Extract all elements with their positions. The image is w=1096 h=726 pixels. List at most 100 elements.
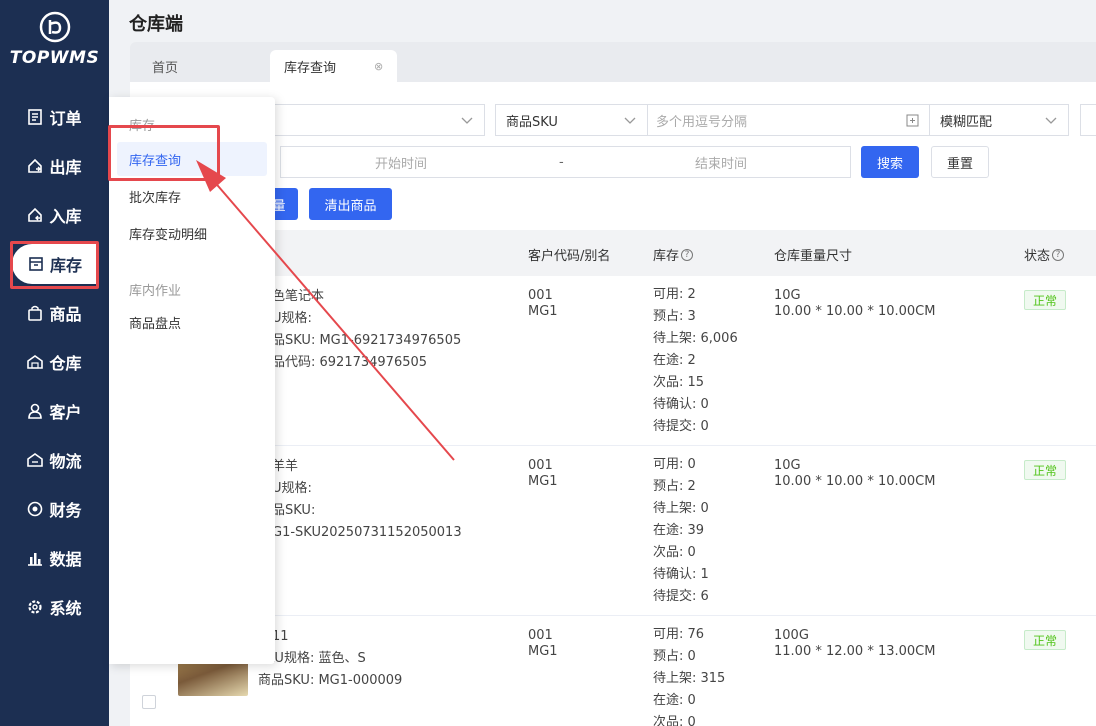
row-checkbox[interactable]: [142, 695, 156, 709]
start-time-placeholder: 开始时间: [375, 156, 428, 172]
stock-pending-confirm: 待确认: 1: [653, 567, 709, 582]
sidebar-item-label: 入库: [49, 207, 82, 226]
sidebar-item-customer[interactable]: 客户: [0, 391, 109, 431]
match-mode-select[interactable]: 模糊匹配: [929, 104, 1069, 136]
stock-available: 可用: 2: [653, 287, 696, 302]
menu-item-inventory-changes[interactable]: 库存变动明细: [117, 216, 267, 250]
header-stock-label: 库存: [653, 249, 680, 264]
header-status: 状态 ?: [1024, 245, 1065, 264]
sku-input-placeholder: 多个用逗号分隔: [656, 114, 748, 130]
help-icon[interactable]: ?: [1052, 248, 1065, 261]
page-title: 仓库端: [129, 14, 183, 35]
outbound-icon: [28, 158, 43, 173]
filter-select[interactable]: [260, 104, 485, 136]
header: 仓库端: [109, 0, 1096, 46]
sidebar-item-label: 出库: [49, 158, 82, 177]
product-spec: U规格:: [272, 481, 312, 496]
menu-item-inventory-query[interactable]: 库存查询: [117, 142, 267, 176]
stock-in-transit: 在途: 0: [653, 693, 696, 708]
chevron-down-icon: [461, 117, 473, 124]
sku-type-select[interactable]: 商品SKU: [495, 104, 648, 136]
product-sku-value: G1-SKU20250731152050013: [272, 525, 462, 540]
stock-pending-submit: 待提交: 6: [653, 589, 709, 604]
stock-available: 可用: 76: [653, 627, 705, 642]
menu-group-title: 库内作业: [129, 284, 182, 299]
product-sku: 品SKU: MG1-6921734976505: [272, 333, 462, 348]
search-button[interactable]: 搜索: [861, 146, 919, 178]
customer-code: 001: [528, 288, 553, 303]
sidebar: TOPWMS 订单 出库 入库 库存 商品 仓库 客户 物流 财务 数据 系统: [0, 0, 109, 726]
customer-info: 001 MG1: [528, 458, 558, 490]
menu-item-batch-inventory[interactable]: 批次库存: [117, 179, 267, 213]
gear-icon: [28, 600, 43, 614]
product-code: 品代码: 6921734976505: [272, 355, 428, 370]
product-info: 羊羊 U规格: 品SKU: G1-SKU20250731152050013: [272, 456, 462, 544]
sidebar-item-finance[interactable]: 财务: [0, 489, 109, 529]
customer-alias: MG1: [528, 304, 558, 319]
sidebar-item-label: 库存: [49, 256, 82, 275]
stock-info: 可用: 0 预占: 2 待上架: 0 在途: 39 次品: 0 待确认: 1 待…: [653, 454, 709, 608]
weight-size-info: 10G 10.00 * 10.00 * 10.00CM: [774, 458, 935, 490]
sidebar-item-warehouse[interactable]: 仓库: [0, 342, 109, 382]
customer-icon: [28, 403, 43, 419]
sidebar-item-data[interactable]: 数据: [0, 538, 109, 578]
product-info: 11 SKU规格: 蓝色、S 商品SKU: MG1-000009: [258, 626, 402, 692]
sidebar-item-order[interactable]: 订单: [0, 97, 109, 137]
stock-pending-shelf: 待上架: 315: [653, 671, 726, 686]
chevron-down-icon: [1045, 117, 1057, 124]
stock-defective: 次品: 0: [653, 715, 696, 726]
menu-item-stocktaking[interactable]: 商品盘点: [117, 305, 267, 339]
stock-defective: 次品: 0: [653, 545, 696, 560]
date-range-input[interactable]: 开始时间 - 结束时间: [280, 146, 851, 178]
status-badge: 正常: [1024, 630, 1066, 650]
clear-products-button[interactable]: 清出商品: [309, 188, 392, 220]
header-customer: 客户代码/别名: [528, 249, 611, 264]
tab-home[interactable]: 首页: [138, 50, 192, 82]
sidebar-item-outbound[interactable]: 出库: [0, 146, 109, 186]
menu-group-title: 库存: [129, 119, 156, 134]
status-badge: 正常: [1024, 290, 1066, 310]
order-icon: [28, 109, 43, 125]
sku-input[interactable]: 多个用逗号分隔: [647, 104, 930, 136]
help-icon[interactable]: ?: [681, 248, 694, 261]
filter-select-partial[interactable]: [1080, 104, 1096, 136]
reset-button[interactable]: 重置: [931, 146, 989, 178]
logo-icon: [39, 11, 70, 43]
product-sku: 商品SKU: MG1-000009: [258, 673, 403, 688]
data-icon: [28, 553, 43, 566]
product-name: 11: [272, 629, 289, 644]
sidebar-item-logistics[interactable]: 物流: [0, 440, 109, 480]
product-name: 色笔记本: [272, 289, 325, 304]
customer-alias: MG1: [528, 644, 558, 659]
expand-input-icon[interactable]: [906, 114, 919, 127]
weight-value: 10G: [774, 458, 801, 473]
sidebar-item-inventory[interactable]: 库存: [12, 244, 98, 284]
sidebar-item-label: 仓库: [49, 354, 82, 373]
end-time-placeholder: 结束时间: [695, 156, 748, 172]
tab-label: 首页: [152, 60, 179, 76]
stock-pending-shelf: 待上架: 0: [653, 501, 709, 516]
weight-size-info: 10G 10.00 * 10.00 * 10.00CM: [774, 288, 935, 320]
size-value: 11.00 * 12.00 * 13.00CM: [774, 644, 936, 659]
inbound-icon: [28, 207, 43, 222]
stock-pending-shelf: 待上架: 6,006: [653, 331, 738, 346]
product-name: 羊羊: [272, 459, 299, 474]
tab-inventory-query[interactable]: 库存查询 ⊗: [270, 50, 398, 82]
logistics-icon: [27, 453, 44, 467]
sidebar-item-label: 物流: [49, 452, 82, 471]
customer-code: 001: [528, 628, 553, 643]
stock-reserved: 预占: 0: [653, 649, 696, 664]
sidebar-item-inbound[interactable]: 入库: [0, 195, 109, 235]
sidebar-item-label: 数据: [49, 550, 82, 569]
product-spec: SKU规格: 蓝色、S: [258, 651, 366, 666]
customer-info: 001 MG1: [528, 628, 558, 660]
sidebar-item-system[interactable]: 系统: [0, 587, 109, 627]
logo: TOPWMS: [0, 10, 109, 68]
close-icon[interactable]: ⊗: [374, 60, 383, 73]
sidebar-item-product[interactable]: 商品: [0, 293, 109, 333]
inventory-icon: [29, 257, 43, 271]
size-value: 10.00 * 10.00 * 10.00CM: [774, 474, 936, 489]
range-separator: -: [559, 154, 564, 170]
stock-in-transit: 在途: 2: [653, 353, 696, 368]
sidebar-item-label: 系统: [49, 599, 82, 618]
